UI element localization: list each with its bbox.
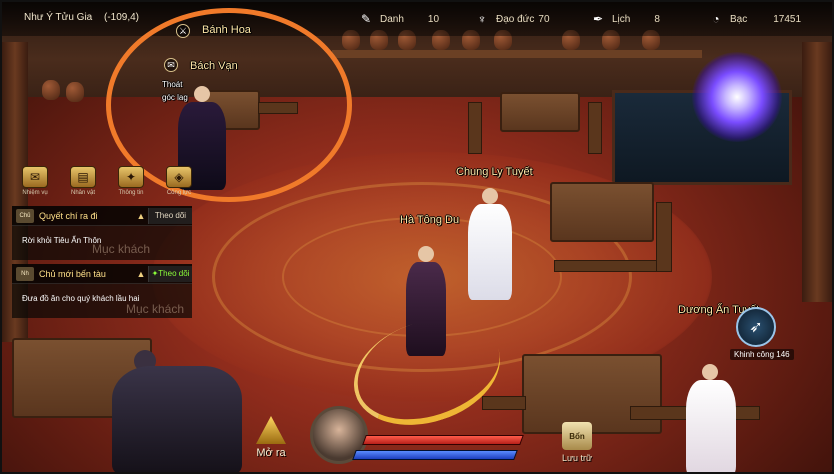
quest-type-tag: Chủ [16, 208, 34, 223]
lightfoot-skill-label: Khinh công 146 [730, 349, 794, 360]
npc-duong-an-tuyet-figure[interactable] [678, 358, 744, 472]
wine-jar [42, 80, 60, 100]
npc-name-ha-tong-du[interactable]: Hà Tông Du [400, 214, 459, 226]
stat-fame-label: Danh [380, 13, 404, 25]
quest-header: Chủ Quyết chí ra đi ▲ Theo dõi [12, 206, 192, 226]
mana-bar [352, 450, 518, 460]
npc-name-bach-van[interactable]: Bách Vạn [190, 60, 238, 72]
npc-name-banh-hoa[interactable]: Bánh Hoa [202, 24, 251, 36]
jar-shelf [332, 50, 702, 58]
storage-icon: Bổn [562, 422, 593, 450]
follow-active-icon: ✦ [151, 269, 159, 278]
open-menu-label: Mở ra [256, 447, 286, 459]
tavern-table [550, 182, 654, 242]
stat-silver-label: Bạc [730, 13, 748, 25]
calendar-icon: ✒ [592, 12, 604, 26]
silver-icon: ◔ [712, 12, 720, 26]
stat-silver-value: 17451 [773, 13, 802, 25]
stat-morality-label: Đạo đức [496, 13, 535, 25]
storage-label: Lưu trữ [562, 453, 593, 463]
exit-corner-lag-button[interactable]: Thoát góc lag [162, 78, 192, 104]
quest-type-tag: Nh [16, 266, 34, 281]
bench [554, 260, 658, 272]
fame-icon: ✎ [360, 12, 372, 26]
location-name[interactable]: Như Ý Tửu Gia [24, 12, 92, 23]
bench [656, 202, 672, 272]
mount-icon: ✦ [118, 166, 144, 188]
quest-icon-label: Nhiệm vụ [22, 190, 48, 196]
ghost-label: Mục khách [126, 302, 185, 316]
game-viewport[interactable]: Như Ý Tửu Gia (-109,4) ✎ Danh 10 ♆ Đạo đ… [0, 0, 834, 474]
stat-morality-value: 70 [538, 13, 550, 25]
bench [588, 102, 602, 154]
chevron-up-icon[interactable]: ▲ [134, 269, 148, 279]
quest-title[interactable]: Chủ mới bến tàu [39, 269, 134, 279]
quest-title[interactable]: Quyết chí ra đi [39, 211, 134, 221]
morality-icon: ♆ [477, 12, 487, 26]
quest-quick-icons: ✉ Nhiệm vụ ▤ Nhân vật ✦ Thông tin ◈ Công… [16, 166, 198, 196]
triangle-menu-icon [256, 416, 286, 444]
stat-calendar-label: Lịch [612, 13, 631, 25]
quest-icon-info[interactable]: ✦ Thông tin [112, 166, 150, 196]
lightfoot-skill-button[interactable]: ➶ [736, 307, 776, 347]
scroll-icon: ✉ [22, 166, 48, 188]
quest-follow-button[interactable]: ✦ Theo dõi [148, 265, 192, 282]
stat-calendar-value: 8 [654, 13, 660, 25]
chevron-up-icon[interactable]: ▲ [134, 211, 148, 221]
ghost-label: Mục khách [92, 242, 151, 256]
bag-icon: ◈ [166, 166, 192, 188]
quest-follow-label: Theo dõi [158, 269, 190, 278]
npc-marker-icon[interactable]: ✉ [164, 58, 178, 72]
book-icon: ▤ [70, 166, 96, 188]
quest-header: Nh Chủ mới bến tàu ▲ ✦ Theo dõi [12, 264, 192, 284]
boot-icon: ➶ [749, 319, 763, 336]
quest-icon-label: Công lực [166, 190, 192, 196]
quest-icon-missions[interactable]: ✉ Nhiệm vụ [16, 166, 54, 196]
npc-chung-ly-tuyet-figure[interactable] [464, 184, 516, 302]
stat-calendar[interactable]: ✒ Lịch 8 [590, 8, 660, 30]
bench [468, 102, 482, 154]
quest-icon-character[interactable]: ▤ Nhân vật [64, 166, 102, 196]
right-pillar [802, 42, 832, 302]
npc-dark-robed-figure[interactable] [112, 342, 242, 472]
storage-button[interactable]: Bổn Lưu trữ [562, 422, 592, 463]
coordinates: (-109,4) [104, 12, 140, 23]
stat-fame-value: 10 [427, 13, 440, 25]
health-bar [362, 435, 524, 445]
quest-icon-skill[interactable]: ◈ Công lực [160, 166, 198, 196]
npc-marker-icon[interactable]: ⚔ [176, 24, 190, 38]
npc-name-chung-ly-tuyet[interactable]: Chung Ly Tuyết [456, 166, 533, 178]
stat-silver[interactable]: ◔ Bạc 17451 [708, 8, 801, 30]
tavern-table [500, 92, 580, 132]
open-menu-button[interactable]: Mở ra [256, 416, 286, 459]
bench [482, 396, 526, 410]
quest-follow-button[interactable]: Theo dõi [148, 207, 192, 224]
quest-icon-label: Thông tin [118, 190, 144, 196]
wine-jar [66, 82, 84, 102]
glowing-portal[interactable] [692, 52, 782, 142]
stat-morality[interactable]: ♆ Đạo đức 70 [474, 8, 550, 30]
stat-fame[interactable]: ✎ Danh 10 [358, 8, 439, 30]
quest-icon-label: Nhân vật [70, 190, 95, 196]
